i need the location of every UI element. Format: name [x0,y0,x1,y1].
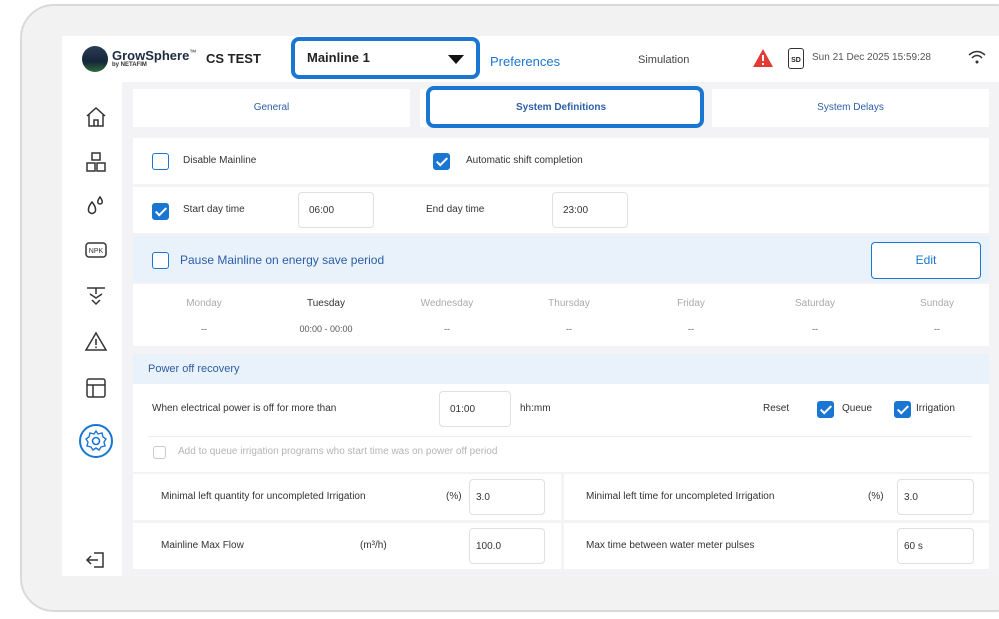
globe-logo-icon [82,46,108,72]
settings-icon[interactable] [84,429,108,453]
max-flow-input[interactable]: 100.0 [469,528,545,564]
queue-label: Queue [842,403,873,414]
min-qty-label: Minimal left quantity for uncompleted Ir… [161,491,366,502]
home-icon[interactable] [84,105,108,129]
power-off-label: When electrical power is off for more th… [152,403,337,414]
max-flow-unit: (m³/h) [360,540,387,551]
npk-icon[interactable]: NPK [84,238,108,262]
irrigation-checkbox[interactable] [894,401,911,418]
site-name: CS TEST [206,51,261,66]
nav-simulation[interactable]: Simulation [638,54,689,66]
divider [148,436,972,437]
valves-icon[interactable] [84,284,108,308]
auto-shift-label: Automatic shift completion [466,155,583,166]
tab-general[interactable]: General [133,89,410,127]
brand-sub: by NETAFIM [112,62,147,68]
max-flow-label: Mainline Max Flow [161,540,244,551]
active-tab-highlight [426,86,704,128]
week-schedule [133,284,989,346]
logout-icon[interactable] [84,548,108,572]
sd-card-icon: SD [788,48,804,69]
reset-label: Reset [763,403,790,414]
end-day-input[interactable]: 23:00 [552,192,628,228]
day-value-friday: -- [688,324,694,334]
day-friday: Friday [677,298,705,309]
water-drops-icon[interactable] [84,194,108,218]
day-saturday: Saturday [794,298,836,309]
day-value-saturday: -- [812,324,818,334]
pause-mainline-label: Pause Mainline on energy save period [180,253,385,267]
day-sunday: Sunday [920,298,954,309]
layout-icon[interactable] [84,376,108,400]
min-time-input[interactable]: 3.0 [897,479,974,515]
nav-preferences[interactable]: Preferences [490,54,560,69]
day-tuesday: Tuesday [307,298,345,309]
day-thursday: Thursday [548,298,590,309]
mainline-value: Mainline 1 [307,50,370,65]
power-recovery-header: Power off recovery [133,354,989,384]
add-queue-checkbox[interactable] [153,446,166,459]
mainline-dropdown[interactable]: Mainline 1 [291,37,480,79]
day-wednesday: Wednesday [420,298,474,309]
min-time-label: Minimal left time for uncompleted Irriga… [586,491,775,502]
irrigation-label: Irrigation [916,403,955,414]
svg-text:NPK: NPK [89,248,104,255]
brand-name: GrowSphere [112,48,190,63]
power-recovery-section [133,384,989,472]
start-day-checkbox[interactable] [152,203,169,220]
alarm-icon[interactable] [84,330,108,354]
wifi-icon [968,50,986,64]
date-time: Sun 21 Dec 2025 15:59:28 [812,52,931,63]
day-value-wednesday: -- [444,324,450,334]
day-monday: Monday [186,298,222,309]
add-queue-label: Add to queue irrigation programs who sta… [178,446,498,457]
power-off-unit: hh:mm [520,403,551,414]
start-day-input[interactable]: 06:00 [298,192,374,228]
caret-down-icon [448,55,464,64]
min-time-unit: (%) [868,491,884,502]
min-qty-input[interactable]: 3.0 [469,479,545,515]
disable-mainline-label: Disable Mainline [183,155,257,166]
plants-icon[interactable] [84,150,108,174]
tab-system-delays[interactable]: System Delays [712,89,989,127]
min-qty-unit: (%) [446,491,462,502]
disable-mainline-checkbox[interactable] [152,153,169,170]
queue-checkbox[interactable] [817,401,834,418]
max-pulse-input[interactable]: 60 s [897,528,974,564]
auto-shift-checkbox[interactable] [433,153,450,170]
day-value-monday: -- [201,324,207,334]
max-pulse-label: Max time between water meter pulses [586,540,755,551]
start-day-label: Start day time [183,204,245,215]
day-value-tuesday: 00:00 - 00:00 [299,324,353,334]
edit-button[interactable]: Edit [871,242,981,279]
pause-mainline-checkbox[interactable] [152,252,169,269]
power-off-input[interactable]: 01:00 [439,391,511,427]
growsphere-logo: GrowSphere™ by NETAFIM [82,46,196,72]
end-day-label: End day time [426,204,485,215]
day-value-thursday: -- [566,324,572,334]
day-value-sunday: -- [934,324,940,334]
alarm-warning-icon[interactable] [752,48,774,68]
